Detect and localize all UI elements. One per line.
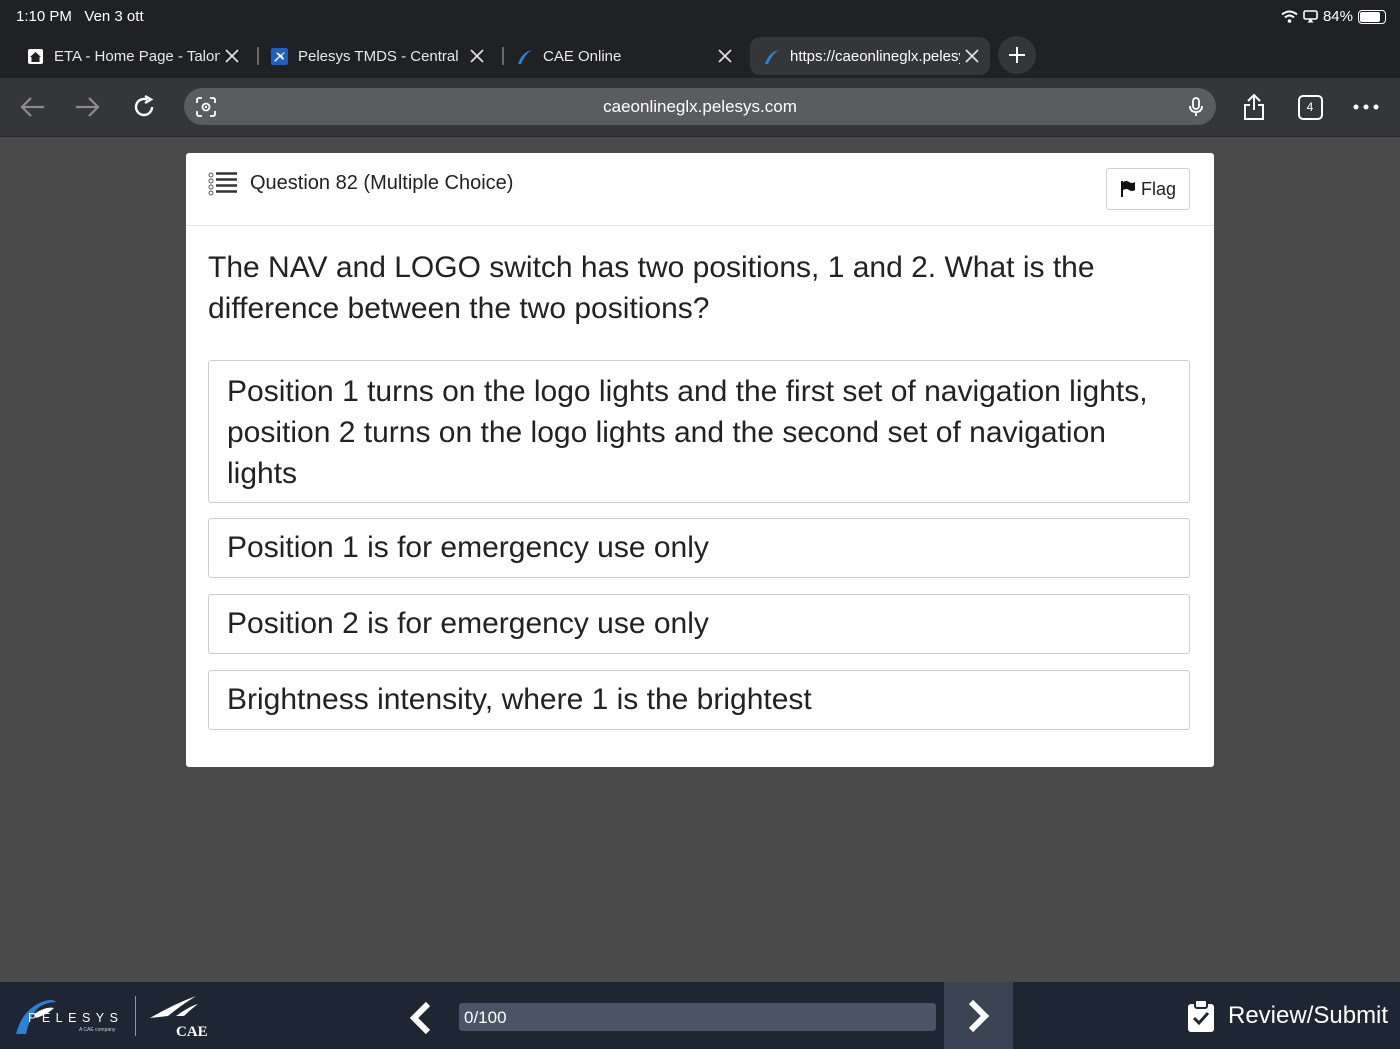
close-icon[interactable] — [713, 44, 737, 68]
forward-button[interactable] — [72, 91, 104, 123]
pelesys-favicon-icon — [762, 47, 780, 65]
battery-percent: 84% — [1322, 8, 1353, 25]
more-icon — [1353, 104, 1379, 110]
browser-toolbar: caeonlineglx.pelesys.com 4 — [0, 78, 1400, 137]
arrow-right-icon — [76, 97, 100, 117]
tab-pelesys-tmds[interactable]: Pelesys TMDS - Central — [258, 37, 495, 75]
question-list-icon[interactable] — [208, 172, 238, 196]
cae-logo: CAE — [150, 996, 208, 1038]
answer-option-3[interactable]: Position 2 is for emergency use only — [208, 594, 1190, 654]
pelesys-tagline: A CAE company — [79, 1027, 116, 1033]
wifi-icon — [1281, 10, 1298, 23]
tab-eta-home[interactable]: ETA - Home Page - Talon — [14, 37, 250, 75]
url-text: caeonlineglx.pelesys.com — [603, 97, 797, 116]
previous-question-button[interactable] — [398, 998, 442, 1038]
tab-title: ETA - Home Page - Talon — [54, 47, 220, 65]
pelesys-wordmark: PELESYS — [28, 1011, 123, 1025]
tab-switcher-button[interactable]: 4 — [1294, 91, 1326, 123]
address-bar[interactable]: caeonlineglx.pelesys.com — [184, 88, 1216, 125]
question-title: Question 82 (Multiple Choice) — [250, 172, 514, 194]
plane-icon — [270, 47, 288, 65]
status-clock: 1:10 PM — [16, 8, 72, 25]
status-date: Ven 3 ott — [84, 8, 144, 25]
tab-title: Pelesys TMDS - Central — [298, 47, 459, 65]
new-tab-button[interactable] — [998, 36, 1036, 74]
status-bar: 1:10 PM Ven 3 ott 84% — [0, 0, 1400, 34]
close-icon[interactable] — [220, 44, 244, 68]
clipboard-check-icon — [1188, 999, 1214, 1032]
reload-icon — [134, 94, 154, 117]
tab-caeonlineglx[interactable]: https://caeonlineglx.pelesys.com — [750, 37, 990, 75]
answer-option-4[interactable]: Brightness intensity, where 1 is the bri… — [208, 670, 1190, 730]
flag-icon — [1120, 181, 1135, 197]
share-button[interactable] — [1238, 91, 1270, 123]
screen-mirror-icon — [1303, 10, 1318, 23]
flag-button[interactable]: Flag — [1106, 168, 1190, 210]
browser-tab-bar: ETA - Home Page - Talon Pelesys TMDS - C… — [0, 34, 1400, 78]
tab-cae-online[interactable]: CAE Online — [503, 37, 743, 75]
home-icon — [26, 47, 44, 65]
tab-count: 4 — [1297, 94, 1323, 120]
progress-bar: 0/100 — [459, 1003, 936, 1031]
next-question-button[interactable] — [944, 982, 1013, 1049]
question-card: Question 82 (Multiple Choice) Flag The N… — [186, 153, 1214, 767]
tab-title: CAE Online — [543, 47, 622, 65]
battery-icon — [1358, 9, 1386, 24]
review-submit-button[interactable]: Review/Submit — [1186, 998, 1388, 1034]
chevron-left-icon — [409, 1001, 431, 1035]
status-indicators: 84% — [1281, 8, 1386, 25]
question-text: The NAV and LOGO switch has two position… — [208, 251, 1095, 325]
close-icon[interactable] — [960, 44, 984, 68]
status-time: 1:10 PM Ven 3 ott — [16, 8, 144, 25]
progress-text: 0/100 — [464, 1008, 507, 1027]
plus-icon — [1009, 47, 1025, 63]
tab-title: https://caeonlineglx.pelesys.com — [790, 47, 960, 65]
pelesys-logo: PELESYS A CAE company — [16, 1000, 123, 1034]
exam-footer: PELESYS A CAE company CAE 0/100 Review/S… — [0, 982, 1400, 1049]
pelesys-favicon-icon — [515, 47, 533, 65]
more-options-button[interactable] — [1350, 91, 1382, 123]
chevron-right-icon — [968, 999, 989, 1032]
microphone-icon[interactable] — [1184, 95, 1208, 119]
cae-wordmark: CAE — [176, 1024, 208, 1038]
close-icon[interactable] — [465, 44, 489, 68]
review-submit-label: Review/Submit — [1228, 1002, 1389, 1029]
reload-button[interactable] — [128, 91, 160, 123]
question-header: Question 82 (Multiple Choice) Flag — [186, 153, 1214, 226]
answer-option-1[interactable]: Position 1 turns on the logo lights and … — [208, 360, 1190, 503]
flag-label: Flag — [1140, 178, 1176, 199]
back-button[interactable] — [16, 91, 48, 123]
share-icon — [1244, 93, 1264, 120]
answer-option-2[interactable]: Position 1 is for emergency use only — [208, 518, 1190, 578]
logo-divider — [135, 996, 136, 1036]
battery-fill — [1360, 11, 1380, 22]
arrow-left-icon — [20, 97, 44, 117]
